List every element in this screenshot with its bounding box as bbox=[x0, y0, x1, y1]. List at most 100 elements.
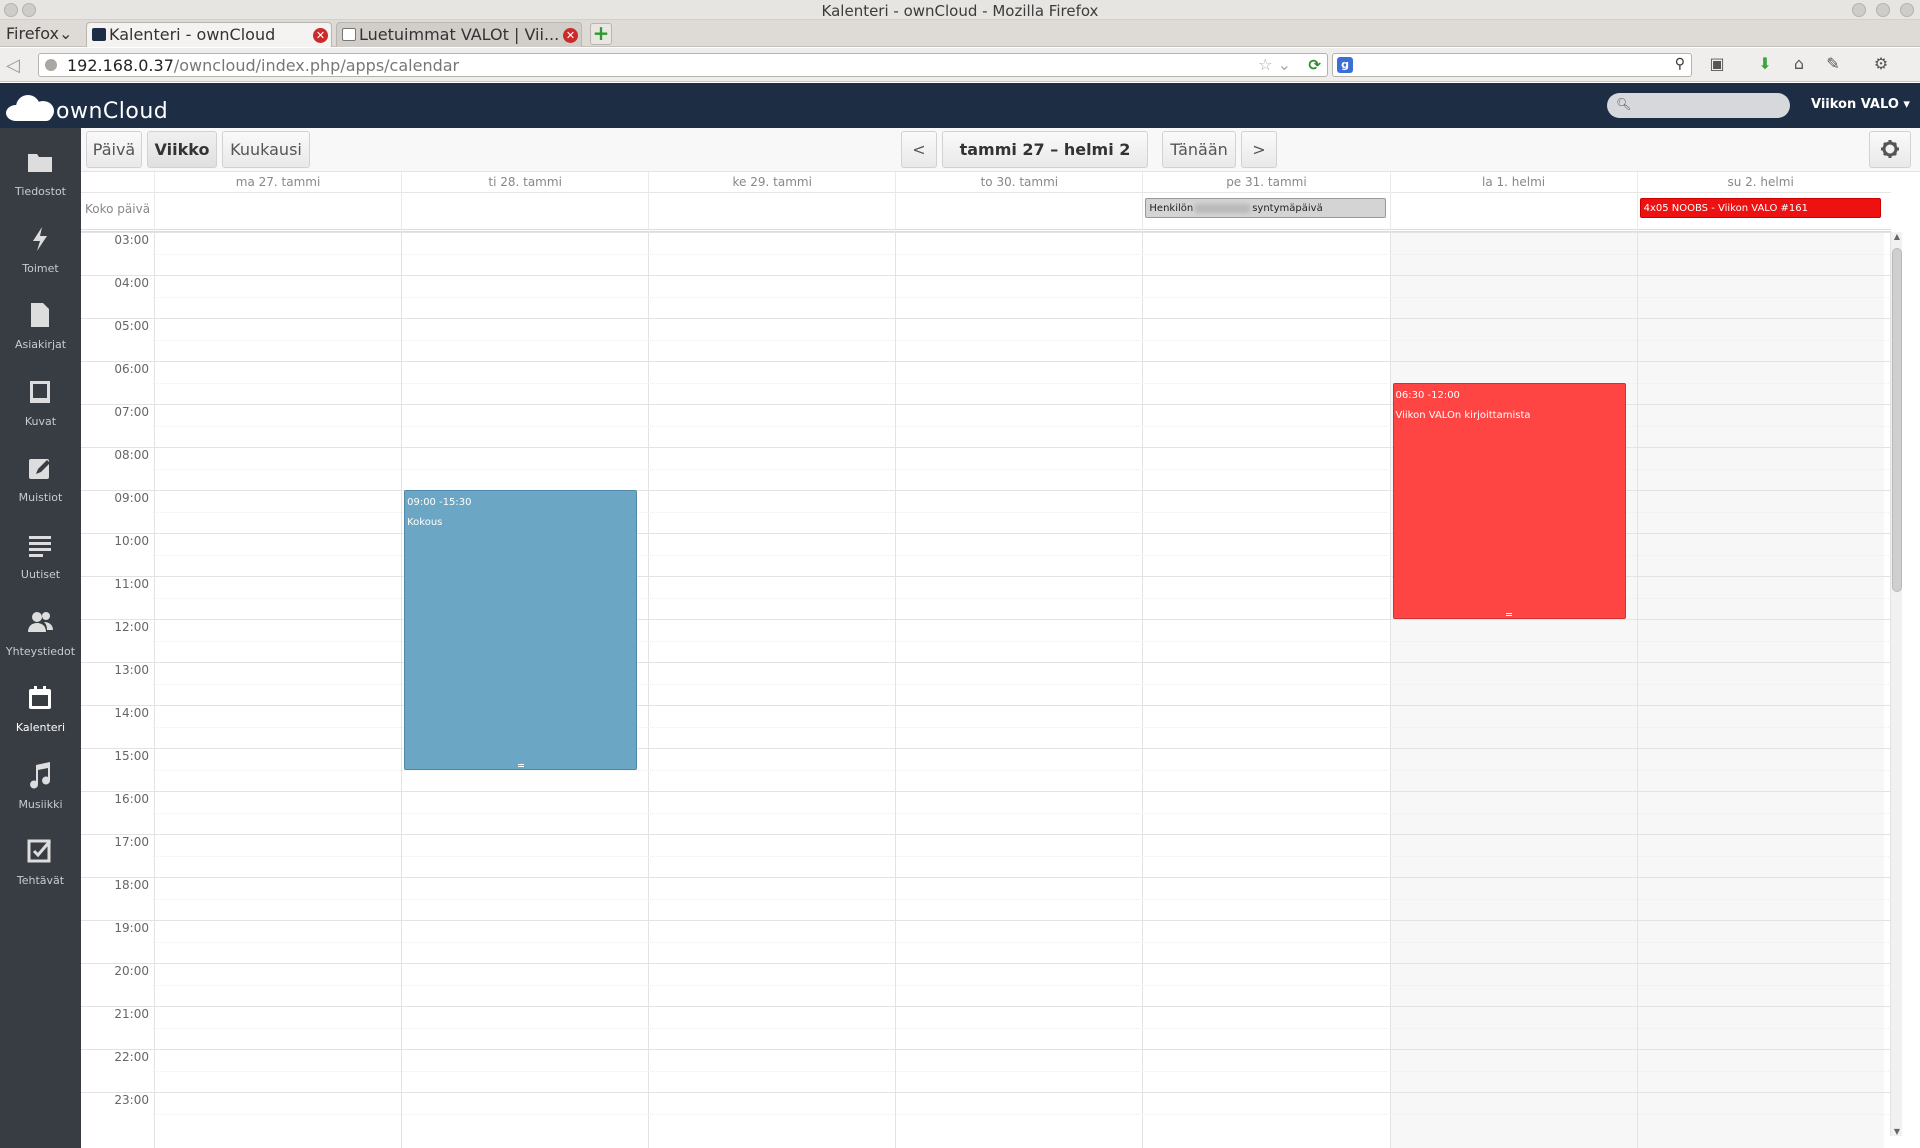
document-icon bbox=[26, 301, 54, 329]
sidebar-item-label: Yhteystiedot bbox=[5, 644, 76, 658]
sidebar-item-uutiset[interactable]: Uutiset bbox=[0, 523, 81, 593]
timed-event[interactable]: 09:00 -15:30 Kokous bbox=[404, 490, 638, 770]
day-view-button[interactable]: Päivä bbox=[86, 131, 142, 168]
allday-cell[interactable] bbox=[1389, 192, 1637, 232]
hour-label: 23:00 bbox=[114, 1093, 149, 1107]
scroll-down-icon[interactable]: ▼ bbox=[1891, 1127, 1903, 1136]
event-title: Kokous bbox=[407, 517, 443, 528]
hour-row bbox=[81, 877, 1891, 920]
tasks-icon bbox=[26, 837, 54, 865]
addon-icon[interactable]: ⚙ bbox=[1870, 53, 1892, 75]
calendar-icon bbox=[26, 684, 54, 712]
hour-label: 15:00 bbox=[114, 749, 149, 763]
sidebar-item-musiikki[interactable]: Musiikki bbox=[0, 753, 81, 823]
image-icon bbox=[26, 378, 54, 406]
event-title-end: syntymäpäivä bbox=[1252, 203, 1323, 214]
close-tab-icon[interactable]: ✕ bbox=[313, 28, 328, 43]
calendar-scrollbar[interactable]: ▲ ▼ bbox=[1890, 232, 1902, 1136]
minimize-icon[interactable] bbox=[1852, 3, 1866, 17]
allday-cell[interactable] bbox=[895, 192, 1142, 232]
hour-label: 04:00 bbox=[114, 276, 149, 290]
hour-label: 14:00 bbox=[114, 706, 149, 720]
allday-event[interactable]: 4x05 NOOBS - Viikon VALO #161 bbox=[1639, 198, 1881, 218]
sidebar-item-tehtävät[interactable]: Tehtävät bbox=[0, 829, 81, 899]
tab-label: Kalenteri - ownCloud bbox=[109, 25, 276, 44]
hour-row bbox=[81, 232, 1891, 275]
site-identity-icon[interactable] bbox=[45, 59, 57, 71]
redacted-name bbox=[1195, 203, 1251, 213]
sidebar-item-label: Tehtävät bbox=[16, 874, 65, 888]
hour-label: 12:00 bbox=[114, 620, 149, 634]
news-icon bbox=[26, 531, 54, 559]
sidebar-item-toimet[interactable]: Toimet bbox=[0, 217, 81, 287]
hour-row bbox=[81, 318, 1891, 361]
resize-handle-icon[interactable] bbox=[1506, 613, 1513, 616]
url-text: 192.168.0.37/owncloud/index.php/apps/cal… bbox=[67, 56, 460, 75]
hour-row bbox=[81, 1006, 1891, 1049]
day-header: su 2. helmi bbox=[1636, 172, 1884, 192]
next-button[interactable]: > bbox=[1241, 131, 1277, 168]
tab-kalenteri[interactable]: Kalenteri - ownCloud ✕ bbox=[86, 22, 332, 47]
allday-cell[interactable] bbox=[154, 192, 401, 232]
day-header: ke 29. tammi bbox=[648, 172, 895, 192]
hour-row bbox=[81, 1092, 1891, 1135]
event-time: 06:30 -12:00 bbox=[1395, 389, 1460, 401]
resize-handle-icon[interactable] bbox=[517, 763, 524, 767]
bookmark-star-icon[interactable]: ☆ ⌄ bbox=[1258, 55, 1291, 74]
day-header: la 1. helmi bbox=[1389, 172, 1637, 192]
day-header: ti 28. tammi bbox=[401, 172, 648, 192]
timed-event[interactable]: 06:30 -12:00 Viikon VALOn kirjoittamista bbox=[1392, 382, 1626, 619]
close-window-icon[interactable] bbox=[1900, 3, 1914, 17]
back-arrow-icon[interactable]: ◁ bbox=[6, 55, 20, 76]
home-icon[interactable]: ⌂ bbox=[1788, 53, 1810, 75]
previous-button[interactable]: < bbox=[901, 131, 937, 168]
allday-cell[interactable] bbox=[648, 192, 895, 232]
hour-label: 21:00 bbox=[114, 1007, 149, 1021]
month-view-button[interactable]: Kuukausi bbox=[222, 131, 310, 168]
sidebar-item-yhteystiedot[interactable]: Yhteystiedot bbox=[0, 600, 81, 670]
app-sidebar: Tiedostot Toimet Asiakirjat Kuvat Muistiot Uu… bbox=[0, 128, 81, 1148]
time-grid[interactable]: 03:00 04:00 05:00 06:00 07:00 08:00 09:00 10:00… bbox=[81, 232, 1891, 1148]
user-menu[interactable]: Viikon VALO ▾ bbox=[1811, 97, 1910, 112]
scrollbar-thumb[interactable] bbox=[1892, 248, 1902, 592]
reload-icon[interactable]: ⟳ bbox=[1308, 56, 1321, 74]
new-tab-button[interactable]: + bbox=[590, 23, 612, 45]
sidebar-item-label: Tiedostot bbox=[14, 185, 66, 198]
day-header: pe 31. tammi bbox=[1142, 172, 1389, 192]
today-button[interactable]: Tänään bbox=[1162, 131, 1236, 168]
hour-row bbox=[81, 791, 1891, 834]
gear-icon bbox=[1881, 140, 1899, 158]
binoculars-icon[interactable]: ⚲ bbox=[1675, 56, 1685, 72]
bookmarks-icon[interactable]: ▣ bbox=[1706, 53, 1728, 75]
week-view-button[interactable]: Viikko bbox=[147, 131, 217, 168]
hour-label: 10:00 bbox=[114, 534, 149, 548]
allday-event[interactable]: Henkilön syntymäpäivä bbox=[1145, 198, 1387, 218]
sidebar-item-kalenteri[interactable]: Kalenteri bbox=[0, 676, 81, 747]
close-tab-icon[interactable]: ✕ bbox=[563, 28, 578, 43]
owncloud-logo[interactable]: ownCloud bbox=[6, 89, 176, 125]
tab-luetuimmat[interactable]: Luetuimmat VALOt | Vii... ✕ bbox=[336, 22, 582, 47]
search-engine-icon[interactable]: g bbox=[1337, 57, 1353, 73]
tab-label: Luetuimmat VALOt | Vii... bbox=[359, 25, 560, 44]
browser-search-bar[interactable]: g ⚲ bbox=[1332, 53, 1692, 77]
sidebar-item-tiedostot[interactable]: Tiedostot bbox=[0, 140, 81, 210]
hour-row bbox=[81, 705, 1891, 748]
owncloud-search-input[interactable]: 🔍︎ bbox=[1607, 93, 1790, 118]
firefox-menu-button[interactable]: Firefox⌄ bbox=[6, 24, 72, 43]
tools-icon[interactable]: ✎ bbox=[1822, 53, 1844, 75]
hour-row bbox=[81, 662, 1891, 705]
date-range-label[interactable]: tammi 27 – helmi 2 2014 bbox=[942, 131, 1148, 194]
url-bar[interactable]: 192.168.0.37/owncloud/index.php/apps/cal… bbox=[38, 53, 1328, 77]
download-arrow-icon[interactable]: ⬇ bbox=[1754, 53, 1776, 75]
sidebar-item-asiakirjat[interactable]: Asiakirjat bbox=[0, 293, 81, 363]
day-header: to 30. tammi bbox=[895, 172, 1142, 192]
sidebar-item-kuvat[interactable]: Kuvat bbox=[0, 370, 81, 440]
scroll-up-icon[interactable]: ▲ bbox=[1891, 232, 1903, 241]
maximize-icon[interactable] bbox=[1876, 3, 1890, 17]
valo-favicon-icon bbox=[342, 28, 356, 41]
allday-cell[interactable] bbox=[401, 192, 648, 232]
settings-button[interactable] bbox=[1869, 131, 1911, 168]
hour-label: 06:00 bbox=[114, 362, 149, 376]
sidebar-item-muistiot[interactable]: Muistiot bbox=[0, 446, 81, 516]
hour-row bbox=[81, 1049, 1891, 1092]
